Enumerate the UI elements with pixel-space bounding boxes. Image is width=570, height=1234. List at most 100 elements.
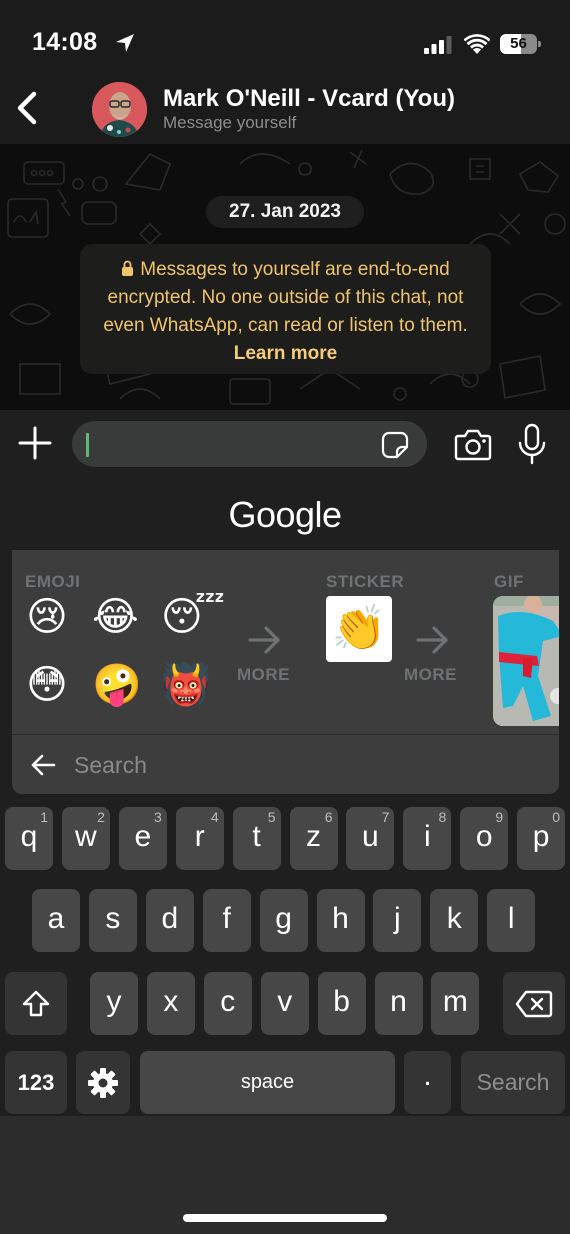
key-l[interactable]: l — [487, 889, 536, 952]
key-label: y — [106, 985, 122, 1018]
key-label: m — [442, 985, 468, 1018]
key-hint: 8 — [438, 809, 447, 825]
key-label: c — [220, 985, 236, 1018]
key-o[interactable]: o9 — [460, 807, 509, 870]
key-r[interactable]: r4 — [175, 807, 224, 870]
key-z[interactable]: z6 — [289, 807, 338, 870]
key-label: d — [161, 902, 179, 935]
key-label: v — [277, 985, 293, 1018]
location-arrow-icon — [116, 34, 134, 52]
message-input[interactable] — [72, 421, 427, 467]
space-key[interactable]: space — [140, 1051, 395, 1114]
key-e[interactable]: e3 — [118, 807, 167, 870]
key-label: g — [275, 902, 292, 935]
emoji-suggestion[interactable]: 😢 — [24, 594, 70, 640]
battery-tip — [538, 41, 541, 47]
key-label: e — [134, 820, 152, 853]
encryption-notice[interactable]: Messages to yourself are end-to-end encr… — [80, 244, 491, 374]
key-c[interactable]: c — [203, 972, 252, 1035]
emoji-suggestion[interactable]: 😴 — [161, 594, 225, 640]
key-label: a — [47, 902, 65, 935]
key-s[interactable]: s — [88, 889, 137, 952]
home-indicator[interactable] — [183, 1214, 387, 1222]
key-u[interactable]: u7 — [346, 807, 395, 870]
clapping-hands-sticker: 👏 — [331, 604, 387, 653]
period-key[interactable]: . — [404, 1051, 451, 1114]
text-caret — [86, 433, 89, 457]
key-label: b — [333, 985, 350, 1018]
encryption-notice-text: Messages to yourself are end-to-end encr… — [103, 259, 468, 336]
sticker-section-label: STICKER — [326, 572, 405, 591]
key-label: h — [332, 902, 349, 935]
sticker-more-arrow-icon[interactable] — [416, 625, 450, 655]
key-y[interactable]: y — [90, 972, 138, 1035]
gear-icon — [88, 1067, 118, 1098]
learn-more-link[interactable]: Learn more — [234, 343, 337, 364]
key-label: o — [475, 820, 493, 853]
search-action-key[interactable]: Search — [461, 1051, 565, 1114]
key-a[interactable]: a — [32, 889, 80, 952]
key-j[interactable]: j — [373, 889, 422, 952]
battery-percent: 56 — [510, 35, 527, 52]
key-label: k — [446, 902, 462, 935]
keyboard-search-input[interactable] — [74, 749, 534, 781]
microphone-icon[interactable] — [517, 423, 547, 465]
battery-indicator: 56 — [500, 34, 541, 54]
numbers-key[interactable]: 123 — [5, 1051, 67, 1114]
backspace-icon — [515, 990, 553, 1017]
key-h[interactable]: h — [316, 889, 365, 952]
contact-avatar[interactable] — [92, 82, 147, 137]
emoji-suggestion[interactable]: 🤪 — [92, 662, 142, 708]
key-i[interactable]: i8 — [403, 807, 452, 870]
key-b[interactable]: b — [317, 972, 366, 1035]
gif-preview-image — [493, 596, 559, 726]
emoji-more-arrow-icon[interactable] — [248, 625, 282, 655]
backspace-key[interactable] — [503, 972, 565, 1035]
key-q[interactable]: q1 — [5, 807, 53, 870]
key-d[interactable]: d — [145, 889, 194, 952]
key-g[interactable]: g — [259, 889, 308, 952]
status-bar: 14:08 56 — [0, 0, 570, 72]
emoji-suggestion[interactable]: 👹 — [161, 662, 211, 708]
key-k[interactable]: k — [430, 889, 479, 952]
key-hint: 5 — [267, 809, 276, 825]
suggestions-panel: EMOJI 😢 😂 😴 😳 🤪 👹 MORE STICKER 👏 MORE GI… — [12, 550, 559, 734]
emoji-suggestion[interactable]: 😂 — [92, 594, 139, 640]
key-label: z — [306, 820, 321, 853]
key-p[interactable]: p0 — [517, 807, 566, 870]
gif-suggestion[interactable] — [493, 596, 559, 726]
key-label: w — [75, 820, 97, 853]
shift-arrow-icon — [22, 990, 50, 1016]
key-v[interactable]: v — [260, 972, 309, 1035]
sticker-suggestion[interactable]: 👏 — [326, 596, 392, 662]
key-n[interactable]: n — [374, 972, 423, 1035]
back-arrow-icon[interactable] — [30, 753, 56, 777]
emoji-section-label: EMOJI — [25, 572, 81, 591]
chat-header: Mark O'Neill - Vcard (You) Message yours… — [0, 72, 570, 144]
shift-key[interactable] — [5, 972, 67, 1035]
key-label: x — [163, 985, 179, 1018]
emoji-suggestion[interactable]: 😳 — [24, 662, 70, 708]
date-separator: 27. Jan 2023 — [206, 196, 364, 228]
key-label: n — [390, 985, 407, 1018]
avatar-photo — [92, 82, 147, 137]
key-t[interactable]: t5 — [232, 807, 281, 870]
attach-plus-icon[interactable] — [18, 426, 52, 460]
key-m[interactable]: m — [431, 972, 480, 1035]
contact-name[interactable]: Mark O'Neill - Vcard (You) — [163, 85, 455, 113]
key-label: t — [252, 820, 261, 853]
google-logo: Google — [228, 494, 342, 535]
key-f[interactable]: f — [202, 889, 251, 952]
back-chevron-icon[interactable] — [10, 86, 44, 130]
key-label: p — [532, 820, 550, 853]
sticker-more-button[interactable]: MORE — [404, 665, 457, 685]
key-w[interactable]: w2 — [61, 807, 110, 870]
sticker-icon[interactable] — [380, 430, 410, 460]
emoji-more-button[interactable]: MORE — [237, 665, 290, 685]
chat-area: 27. Jan 2023 Messages to yourself are en… — [0, 144, 570, 410]
key-label: q — [20, 820, 38, 853]
camera-icon[interactable] — [454, 427, 492, 461]
settings-key[interactable] — [76, 1051, 130, 1114]
key-x[interactable]: x — [146, 972, 195, 1035]
gif-section-label: GIF — [494, 572, 524, 591]
